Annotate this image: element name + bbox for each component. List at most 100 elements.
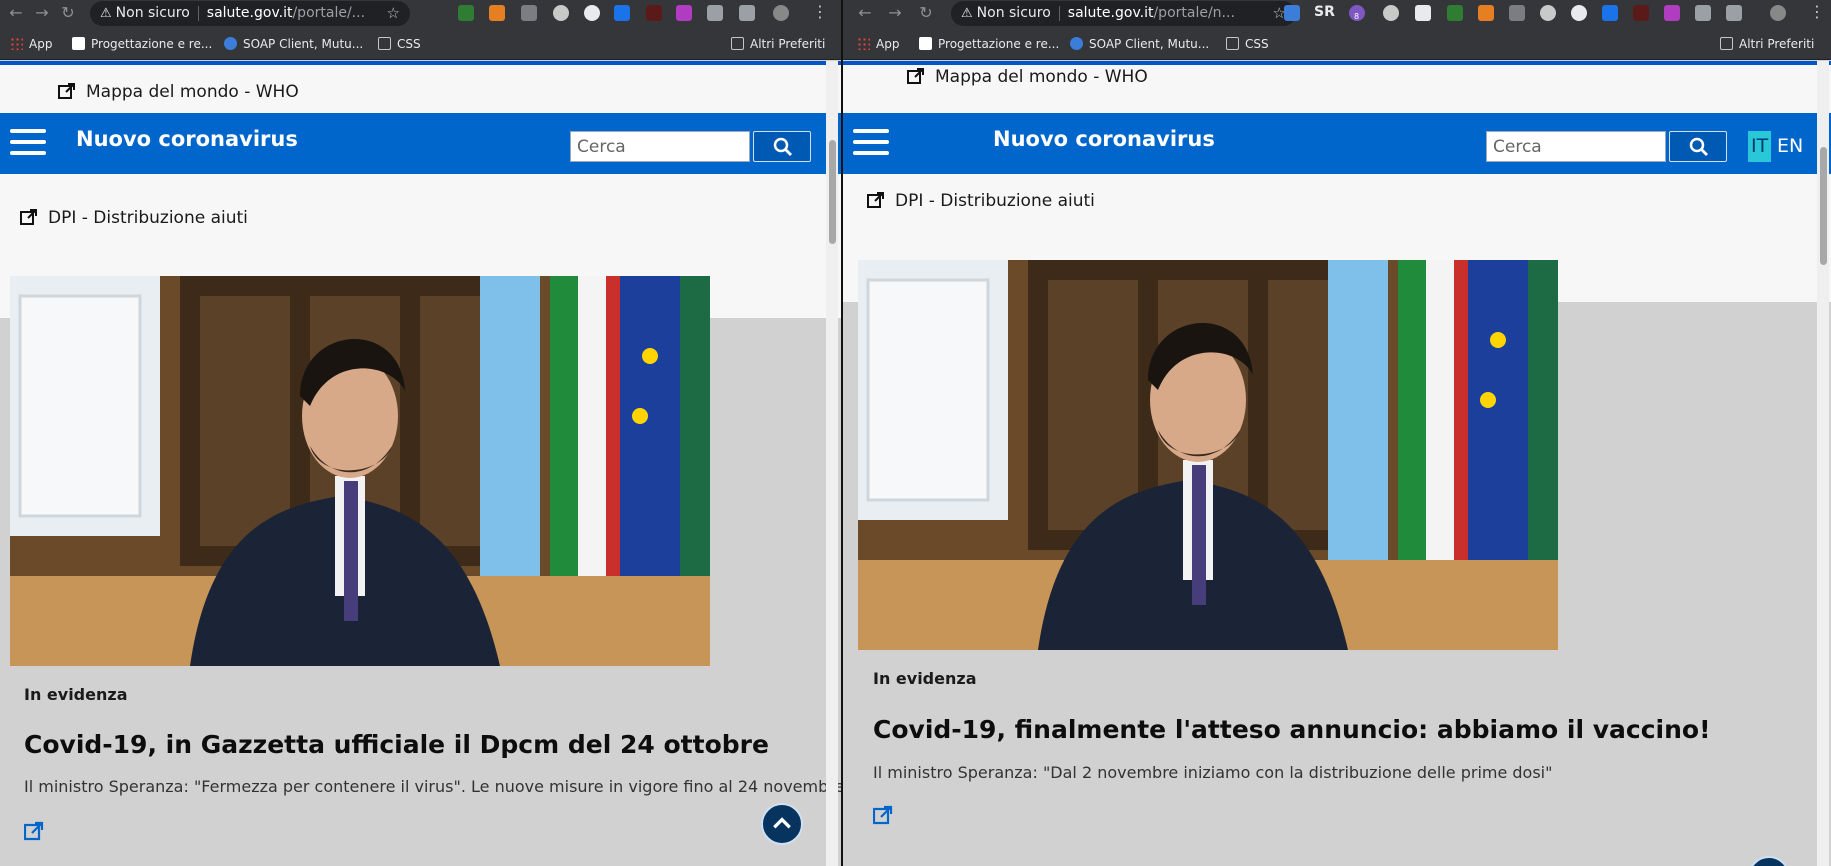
menu-kebab-icon[interactable]: ⋮ [812, 2, 828, 21]
search-input[interactable] [570, 131, 750, 162]
search-input[interactable] [1486, 131, 1666, 162]
page-scrollbar[interactable] [1817, 61, 1829, 866]
dpi-link[interactable]: DPI - Distribuzione aiuti [20, 208, 248, 228]
extension-download-icon[interactable] [1509, 5, 1525, 21]
right-browser-window: ← → ↻ ⚠ Non sicuro salute.gov.it/portale/n… [841, 0, 1831, 866]
extension-fox-icon[interactable] [1478, 5, 1494, 21]
news-photo[interactable] [10, 276, 710, 666]
external-link-icon [907, 68, 924, 84]
folder-icon [1226, 37, 1239, 50]
extension-react-icon[interactable] [1383, 5, 1399, 21]
extension-x-icon[interactable] [676, 5, 692, 21]
extension-page-icon[interactable] [1415, 5, 1431, 21]
extension-blue2-icon[interactable] [1602, 5, 1618, 21]
news-abstract: Il ministro Speranza: "Fermezza per cont… [24, 777, 841, 796]
external-link-icon[interactable] [24, 821, 44, 841]
bookmark-other[interactable]: Altri Preferiti [731, 34, 825, 54]
news-photo[interactable] [858, 260, 1558, 650]
extension-cors-icon[interactable] [458, 5, 474, 21]
minister-photo-image [10, 276, 710, 666]
language-it-button[interactable]: IT [1748, 131, 1772, 162]
chevron-up-icon [773, 817, 791, 829]
who-map-link[interactable]: Mappa del mondo - WHO [58, 82, 299, 110]
reload-icon[interactable]: ↻ [58, 3, 78, 23]
extension-download-icon[interactable] [521, 5, 537, 21]
reload-icon[interactable]: ↻ [916, 3, 936, 23]
extension-react2-icon[interactable] [1540, 5, 1556, 21]
hamburger-menu-icon[interactable] [10, 129, 46, 155]
browser-toolbar: ← → ↻ ⚠ Non sicuro salute.gov.it/portale/.… [0, 0, 841, 27]
site-header-bar: Nuovo coronavirus IT EN [843, 113, 1831, 174]
address-bar[interactable]: ⚠ Non sicuro salute.gov.it/portale/n... ☆ [951, 1, 1296, 26]
site-title[interactable]: Nuovo coronavirus [993, 127, 1215, 151]
external-link-icon [867, 192, 884, 208]
extension-blue-icon[interactable] [1284, 5, 1300, 21]
news-abstract: Il ministro Speranza: "Dal 2 novembre in… [873, 763, 1553, 782]
folder-icon [1720, 37, 1733, 50]
minister-photo-image [858, 260, 1558, 650]
soap-favicon-icon [224, 37, 237, 50]
extension-fox-icon[interactable] [489, 5, 505, 21]
url-domain: salute.gov.it [206, 5, 293, 21]
url-domain: salute.gov.it [1067, 5, 1154, 21]
extension-cors-icon[interactable] [1447, 5, 1463, 21]
search-icon [1689, 137, 1708, 156]
address-bar[interactable]: ⚠ Non sicuro salute.gov.it/portale/... ☆ [90, 1, 410, 26]
back-icon[interactable]: ← [855, 3, 875, 23]
who-map-link[interactable]: Mappa del mondo - WHO [907, 67, 1148, 95]
language-en-button[interactable]: EN [1777, 131, 1803, 162]
news-headline[interactable]: Covid-19, finalmente l'atteso annuncio: … [873, 715, 1711, 744]
extension-red-icon[interactable] [646, 5, 662, 21]
extension-x-icon[interactable] [1664, 5, 1680, 21]
warning-icon: ⚠ [961, 6, 973, 21]
scrollbar-thumb[interactable] [829, 140, 836, 244]
hamburger-menu-icon[interactable] [853, 129, 889, 155]
folder-icon [731, 37, 744, 50]
scrollbar-thumb[interactable] [1820, 147, 1827, 265]
news-headline[interactable]: Covid-19, in Gazzetta ufficiale il Dpcm … [24, 730, 769, 759]
bookmark-apps[interactable]: App [857, 34, 899, 54]
bookmark-soap-client[interactable]: SOAP Client, Mutu... [1070, 34, 1209, 54]
media-icon[interactable] [739, 5, 755, 21]
bookmarks-bar: App Progettazione e re... SOAP Client, M… [0, 27, 841, 60]
bookmark-progettazione[interactable]: Progettazione e re... [72, 34, 212, 54]
browser-toolbar: ← → ↻ ⚠ Non sicuro salute.gov.it/portale/n… [843, 0, 1831, 27]
bookmark-css[interactable]: CSS [378, 34, 421, 54]
star-icon[interactable]: ☆ [387, 1, 400, 26]
scroll-to-top-button[interactable] [1748, 856, 1790, 866]
site-favicon-icon [919, 37, 932, 50]
site-title[interactable]: Nuovo coronavirus [76, 127, 298, 151]
extension-badge-icon[interactable]: 8 [1349, 5, 1365, 21]
extension-react-icon[interactable] [553, 5, 569, 21]
menu-kebab-icon[interactable]: ⋮ [1809, 2, 1825, 21]
extension-blue-icon[interactable] [614, 5, 630, 21]
bookmark-soap-client[interactable]: SOAP Client, Mutu... [224, 34, 363, 54]
web-page: Mappa del mondo - WHO Download ultimi da… [0, 61, 841, 866]
scroll-to-top-button[interactable] [761, 803, 803, 845]
folder-icon [378, 37, 391, 50]
forward-icon[interactable]: → [32, 3, 52, 23]
profile-avatar[interactable] [1770, 5, 1786, 21]
bookmark-progettazione[interactable]: Progettazione e re... [919, 34, 1059, 54]
url-path: /portale/... [292, 5, 366, 21]
security-label: Non sicuro [115, 5, 190, 21]
extension-ghost-icon[interactable] [1571, 5, 1587, 21]
back-icon[interactable]: ← [6, 3, 26, 23]
extension-red-icon[interactable] [1633, 5, 1649, 21]
external-link-icon[interactable] [873, 805, 893, 825]
extensions-puzzle-icon[interactable] [1695, 5, 1711, 21]
extension-ghost-icon[interactable] [584, 5, 600, 21]
forward-icon[interactable]: → [885, 3, 905, 23]
profile-avatar[interactable] [773, 5, 789, 21]
page-scrollbar[interactable] [826, 61, 838, 866]
search-button[interactable] [1669, 131, 1727, 162]
search-button[interactable] [753, 131, 811, 162]
extensions-puzzle-icon[interactable] [707, 5, 723, 21]
media-icon[interactable] [1726, 5, 1742, 21]
bookmark-other[interactable]: Altri Preferiti [1720, 34, 1814, 54]
bookmark-css[interactable]: CSS [1226, 34, 1269, 54]
soap-favicon-icon [1070, 37, 1083, 50]
bookmark-apps[interactable]: App [10, 34, 52, 54]
dpi-link[interactable]: DPI - Distribuzione aiuti [867, 191, 1095, 211]
extension-sr-icon[interactable]: SR [1314, 4, 1335, 20]
